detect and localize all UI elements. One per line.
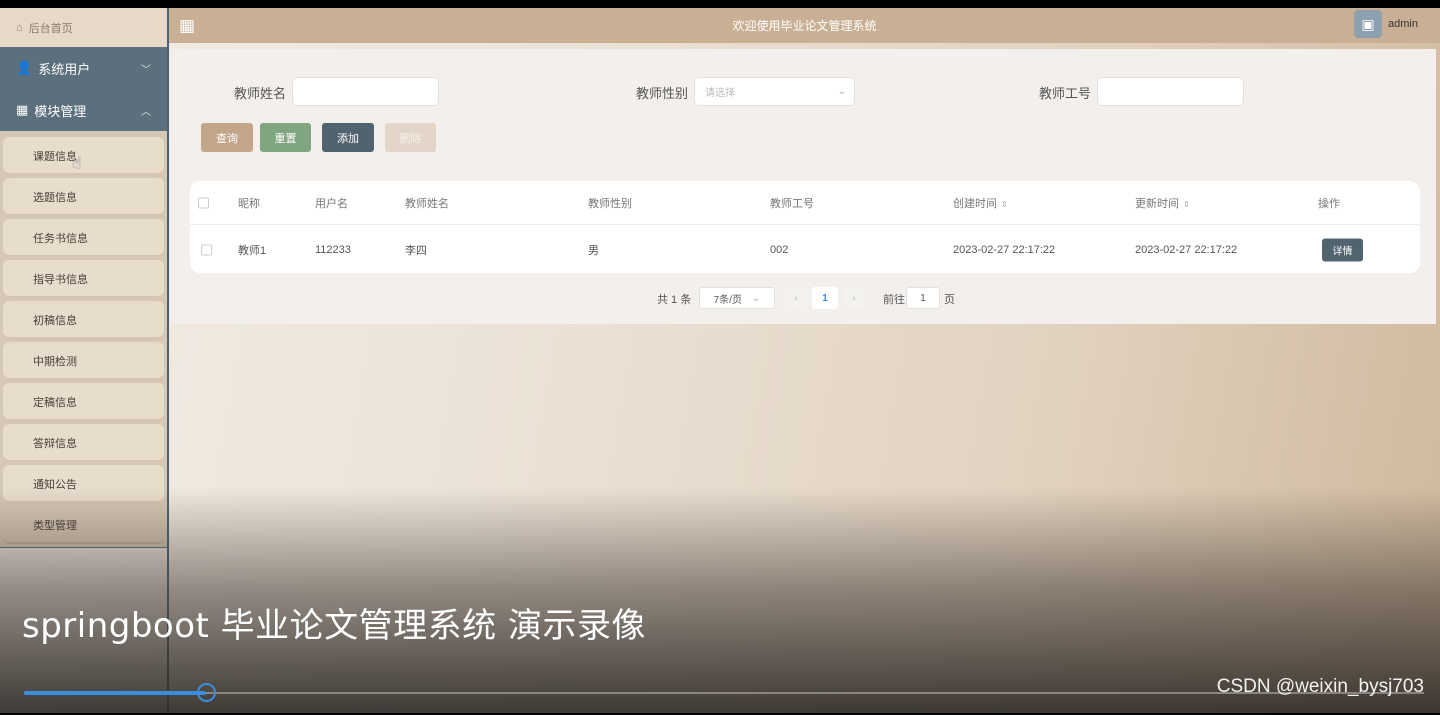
- sidebar-item-type-management[interactable]: 类型管理: [3, 506, 164, 544]
- sidebar-group-label: 模块管理: [34, 103, 87, 119]
- cell-teacher-name: 李四: [405, 244, 427, 257]
- chevron-up-icon: ︿: [141, 106, 151, 118]
- column-header: 教师姓名: [405, 197, 449, 210]
- chevron-left-icon: ‹: [794, 292, 798, 304]
- teacher-gender-select[interactable]: 请选择 ⌄: [694, 77, 855, 106]
- teacher-name-input[interactable]: [292, 77, 439, 106]
- page-suffix: 页: [944, 294, 955, 306]
- pagination: 共 1 条 7条/页 ⌄ ‹ 1 › 前往 1 页: [170, 287, 1436, 309]
- cell-updated: 2023-02-27 22:17:22: [1135, 243, 1238, 256]
- user-icon: 👤: [16, 60, 33, 75]
- sidebar-item-notices[interactable]: 通知公告: [3, 465, 164, 503]
- sidebar-item-topic-selection[interactable]: 选题信息: [3, 178, 164, 216]
- video-progress-handle[interactable]: [197, 683, 216, 702]
- sidebar-group-label: 系统用户: [38, 61, 91, 77]
- page-size-value: 7条/页: [713, 294, 742, 306]
- column-header: 用户名: [315, 197, 348, 210]
- next-page-button[interactable]: ›: [843, 287, 865, 309]
- video-progress-fill: [24, 691, 206, 695]
- sidebar-home-label: 后台首页: [28, 22, 73, 35]
- gender-placeholder: 请选择: [705, 88, 735, 99]
- query-button[interactable]: 查询: [201, 123, 253, 152]
- image-icon: ▣: [1361, 15, 1375, 32]
- delete-button[interactable]: 删除: [385, 123, 436, 152]
- updated-time-header[interactable]: 更新时间 ⇕: [1135, 195, 1190, 211]
- sidebar-item-task-book[interactable]: 任务书信息: [3, 219, 164, 257]
- teacher-name-label: 教师姓名: [234, 86, 287, 101]
- chevron-down-icon: ⌄: [837, 86, 846, 97]
- sidebar-item-defense[interactable]: 答辩信息: [3, 424, 164, 462]
- total-count: 共 1 条: [657, 294, 692, 306]
- cell-teacher-no: 002: [770, 243, 789, 256]
- sidebar-item-final-draft[interactable]: 定稿信息: [3, 383, 164, 421]
- home-icon: ⌂: [16, 21, 23, 34]
- select-all-checkbox[interactable]: [198, 197, 209, 208]
- teacher-no-label: 教师工号: [1039, 86, 1092, 101]
- teacher-no-input[interactable]: [1097, 77, 1244, 106]
- data-table: 昵称 用户名 教师姓名 教师性别 教师工号 创建时间 ⇕ 更新时间 ⇕ 操作 教师1…: [190, 181, 1420, 273]
- user-menu[interactable]: ▣ admin: [1354, 10, 1418, 38]
- sort-icon[interactable]: ⇕: [1001, 200, 1008, 209]
- column-header: 更新时间: [1135, 197, 1179, 210]
- page-title: 欢迎使用毕业论文管理系统: [732, 19, 877, 33]
- sidebar: ⌂ 后台首页 👤 系统用户 ﹀ ▦ 模块管理 ︿ 课题信息 选题信息 任务书信息…: [0, 8, 167, 548]
- menu-grid-icon[interactable]: ▦: [179, 16, 195, 36]
- chevron-down-icon: ﹀: [141, 64, 151, 76]
- user-name: admin: [1388, 18, 1418, 30]
- hand-cursor-icon: ☝: [72, 155, 82, 172]
- page-size-select[interactable]: 7条/页 ⌄: [699, 287, 775, 309]
- sort-icon[interactable]: ⇕: [1183, 200, 1190, 209]
- goto-page-input[interactable]: 1: [906, 287, 940, 309]
- cell-nickname: 教师1: [238, 244, 267, 257]
- sidebar-item-first-draft[interactable]: 初稿信息: [3, 301, 164, 339]
- column-header: 教师性别: [588, 197, 632, 210]
- column-header: 操作: [1318, 197, 1340, 210]
- cell-gender: 男: [588, 244, 599, 257]
- column-header: 创建时间: [953, 197, 997, 210]
- main-panel: 教师姓名 教师性别 请选择 ⌄ 教师工号 查询 重置 添加 删除 昵称 用户名 …: [170, 49, 1436, 324]
- row-checkbox[interactable]: [201, 244, 212, 255]
- sidebar-submenu: 课题信息 选题信息 任务书信息 指导书信息 初稿信息 中期检测 定稿信息 答辩信…: [0, 131, 167, 547]
- sidebar-group-modules[interactable]: ▦ 模块管理 ︿: [0, 89, 167, 131]
- sidebar-item-midterm-check[interactable]: 中期检测: [3, 342, 164, 380]
- watermark: CSDN @weixin_bysj703: [1216, 676, 1424, 697]
- sidebar-item-guidance-book[interactable]: 指导书信息: [3, 260, 164, 298]
- cell-created: 2023-02-27 22:17:22: [953, 243, 1056, 256]
- sidebar-home[interactable]: ⌂ 后台首页: [0, 8, 167, 47]
- sidebar-group-system-users[interactable]: 👤 系统用户 ﹀: [0, 47, 167, 89]
- cell-username: 112233: [315, 243, 351, 256]
- table-header: 昵称 用户名 教师姓名 教师性别 教师工号 创建时间 ⇕ 更新时间 ⇕ 操作: [190, 181, 1420, 225]
- video-progress-track[interactable]: [24, 692, 1424, 694]
- reset-button[interactable]: 重置: [260, 123, 311, 152]
- prev-page-button[interactable]: ‹: [785, 287, 807, 309]
- add-button[interactable]: 添加: [322, 123, 374, 152]
- page-number-current[interactable]: 1: [812, 287, 838, 309]
- created-time-header[interactable]: 创建时间 ⇕: [953, 195, 1008, 211]
- chevron-right-icon: ›: [852, 292, 856, 304]
- grid-icon: ▦: [16, 102, 29, 117]
- video-caption: springboot 毕业论文管理系统 演示录像: [22, 606, 646, 646]
- teacher-gender-label: 教师性别: [636, 86, 689, 101]
- detail-button[interactable]: 详情: [1322, 238, 1363, 261]
- chevron-down-icon: ⌄: [751, 292, 761, 304]
- column-header: 教师工号: [770, 197, 814, 210]
- table-row: 教师1 112233 李四 男 002 2023-02-27 22:17:22 …: [190, 226, 1420, 273]
- avatar[interactable]: ▣: [1354, 10, 1383, 38]
- goto-label: 前往: [883, 294, 905, 306]
- sidebar-item-topic-info[interactable]: 课题信息: [3, 137, 164, 175]
- column-header: 昵称: [238, 197, 260, 210]
- top-bar: ▦ 欢迎使用毕业论文管理系统 ▣ admin: [169, 8, 1440, 43]
